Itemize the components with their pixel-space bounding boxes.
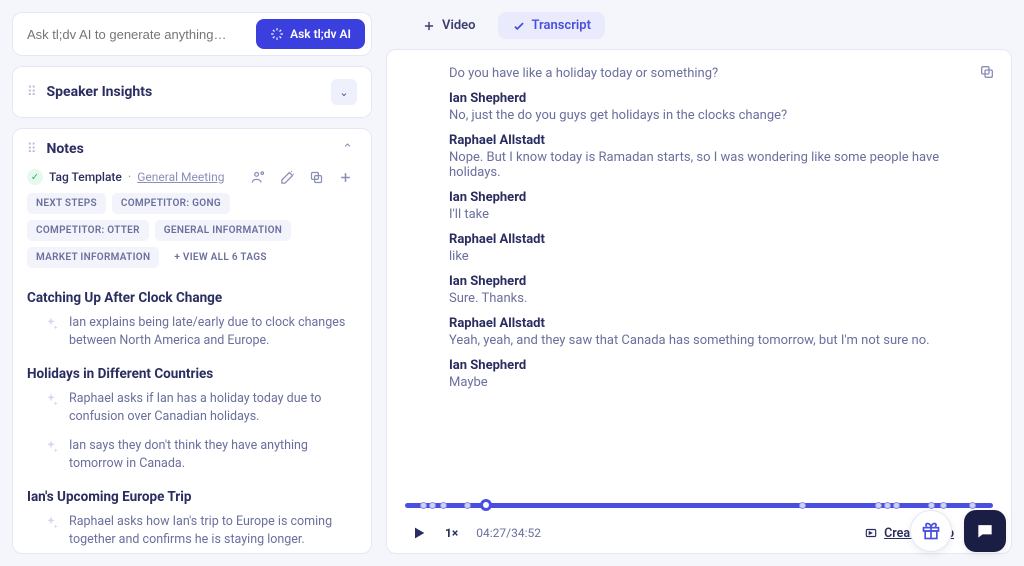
note-item-text: Ian explains being late/early due to clo… bbox=[69, 314, 357, 350]
tag-chip[interactable]: MARKET INFORMATION bbox=[27, 247, 159, 268]
tag-template-label: Tag Template bbox=[49, 170, 122, 184]
speaker-insights-title: Speaker Insights bbox=[47, 84, 321, 100]
copy-transcript-button[interactable] bbox=[979, 64, 995, 80]
playback-time: 04:27/34:52 bbox=[476, 526, 541, 540]
timeline-marker[interactable] bbox=[799, 502, 806, 509]
copy-icon[interactable] bbox=[305, 170, 328, 185]
playback-timeline[interactable] bbox=[405, 499, 993, 511]
timeline-marker[interactable] bbox=[940, 502, 947, 509]
add-icon[interactable] bbox=[334, 170, 357, 185]
chat-support-button[interactable] bbox=[964, 510, 1006, 552]
note-item-text: Raphael asks if Ian has a holiday today … bbox=[69, 390, 357, 426]
clip-icon bbox=[864, 526, 878, 540]
speaker-name: Raphael Allstadt bbox=[449, 232, 963, 247]
utterance-text: Nope. But I know today is Ramadan starts… bbox=[449, 150, 963, 180]
timeline-track bbox=[405, 503, 993, 508]
transcript-line[interactable]: Ian Shepherd Sure. Thanks. bbox=[449, 274, 963, 306]
notes-body: Catching Up After Clock Change Ian expla… bbox=[13, 278, 371, 553]
plus-icon bbox=[422, 19, 436, 33]
collapse-notes-button[interactable]: ⌃ bbox=[338, 142, 357, 157]
note-item[interactable]: Raphael asks how Ian's trip to Europe is… bbox=[27, 511, 357, 553]
sparkle-icon bbox=[43, 392, 59, 408]
speaker-name: Ian Shepherd bbox=[449, 190, 963, 205]
general-meeting-link[interactable]: General Meeting bbox=[137, 170, 224, 184]
timeline-marker[interactable] bbox=[420, 502, 427, 509]
transcript-panel: Do you have like a holiday today or some… bbox=[386, 49, 1012, 554]
timeline-marker[interactable] bbox=[440, 502, 447, 509]
timeline-marker[interactable] bbox=[464, 502, 471, 509]
gift-button[interactable] bbox=[910, 510, 952, 552]
timeline-thumb[interactable] bbox=[480, 499, 492, 511]
utterance-text: Yeah, yeah, and they saw that Canada has… bbox=[449, 333, 963, 348]
note-item[interactable]: Ian says they don't think they have anyt… bbox=[27, 435, 357, 481]
sparkle-icon bbox=[43, 439, 59, 455]
tab-transcript-label: Transcript bbox=[532, 18, 591, 33]
copy-icon bbox=[979, 64, 995, 80]
ai-search-bar[interactable]: Ask tl;dv AI bbox=[12, 12, 372, 56]
utterance-text: like bbox=[449, 249, 963, 264]
transcript-line[interactable]: Raphael Allstadt Nope. But I know today … bbox=[449, 133, 963, 180]
note-item[interactable]: Ian explains being late/early due to clo… bbox=[27, 312, 357, 358]
expand-speaker-insights-button[interactable]: ⌄ bbox=[331, 79, 357, 105]
speaker-name: Ian Shepherd bbox=[449, 91, 963, 106]
speaker-name: Ian Shepherd bbox=[449, 274, 963, 289]
timeline-marker[interactable] bbox=[928, 502, 935, 509]
note-item-text: Ian says they don't think they have anyt… bbox=[69, 437, 357, 473]
transcript-line[interactable]: Raphael Allstadt like bbox=[449, 232, 963, 264]
gift-icon bbox=[921, 521, 941, 541]
utterance-text: I'll take bbox=[449, 207, 963, 222]
timeline-marker[interactable] bbox=[884, 502, 891, 509]
timeline-marker[interactable] bbox=[893, 502, 900, 509]
sparkle-icon bbox=[43, 316, 59, 332]
share-icon[interactable] bbox=[247, 170, 270, 185]
transcript-line[interactable]: Ian Shepherd No, just the do you guys ge… bbox=[449, 91, 963, 123]
tag-chip[interactable]: NEXT STEPS bbox=[27, 193, 106, 214]
ask-ai-button[interactable]: Ask tl;dv AI bbox=[256, 19, 365, 49]
utterance-text: Maybe bbox=[449, 375, 963, 390]
transcript-line[interactable]: Do you have like a holiday today or some… bbox=[449, 66, 963, 81]
tag-chip[interactable]: COMPETITOR: GONG bbox=[112, 193, 230, 214]
speaker-name: Raphael Allstadt bbox=[449, 133, 963, 148]
drag-handle-icon[interactable]: ⠿ bbox=[27, 142, 37, 157]
chat-icon bbox=[975, 521, 995, 541]
player-controls: 1× 04:27/34:52 Create a clip bbox=[405, 511, 993, 541]
transcript-line[interactable]: Ian Shepherd I'll take bbox=[449, 190, 963, 222]
speaker-name: Ian Shepherd bbox=[449, 358, 963, 373]
utterance-text: No, just the do you guys get holidays in… bbox=[449, 108, 963, 123]
transcript-line[interactable]: Raphael Allstadt Yeah, yeah, and they sa… bbox=[449, 316, 963, 348]
speaker-name: Raphael Allstadt bbox=[449, 316, 963, 331]
timeline-marker[interactable] bbox=[875, 502, 882, 509]
note-section-title: Catching Up After Clock Change bbox=[27, 290, 357, 306]
check-circle-icon: ✓ bbox=[27, 169, 43, 185]
drag-handle-icon[interactable]: ⠿ bbox=[27, 85, 37, 100]
utterance-text: Sure. Thanks. bbox=[449, 291, 963, 306]
sparkle-icon bbox=[270, 27, 284, 41]
notes-title: Notes bbox=[47, 141, 329, 157]
tag-chip[interactable]: GENERAL INFORMATION bbox=[155, 220, 291, 241]
tab-transcript[interactable]: Transcript bbox=[498, 12, 605, 39]
magic-wand-icon[interactable] bbox=[276, 170, 299, 185]
play-button[interactable] bbox=[411, 525, 427, 541]
speaker-insights-panel: ⠿ Speaker Insights ⌄ bbox=[12, 66, 372, 118]
note-section-title: Ian's Upcoming Europe Trip bbox=[27, 489, 357, 505]
view-all-tags-button[interactable]: + VIEW ALL 6 TAGS bbox=[165, 247, 275, 268]
note-item[interactable]: Raphael asks if Ian has a holiday today … bbox=[27, 388, 357, 434]
transcript-line[interactable]: Ian Shepherd Maybe bbox=[449, 358, 963, 390]
notes-panel: ⠿ Notes ⌃ ✓ Tag Template · General Meeti… bbox=[12, 128, 372, 554]
sparkle-icon bbox=[43, 515, 59, 531]
chevron-up-icon: ⌃ bbox=[342, 142, 353, 157]
tag-chip[interactable]: COMPETITOR: OTTER bbox=[27, 220, 149, 241]
play-icon bbox=[411, 525, 427, 541]
transcript-body: Do you have like a holiday today or some… bbox=[405, 66, 993, 487]
ask-ai-button-label: Ask tl;dv AI bbox=[290, 27, 351, 41]
check-icon bbox=[512, 19, 526, 33]
playback-speed-button[interactable]: 1× bbox=[445, 526, 458, 540]
chevron-down-icon: ⌄ bbox=[339, 86, 348, 99]
tab-video[interactable]: Video bbox=[408, 12, 490, 39]
ai-search-input[interactable] bbox=[27, 27, 248, 42]
note-section-title: Holidays in Different Countries bbox=[27, 366, 357, 382]
timeline-marker[interactable] bbox=[429, 502, 436, 509]
tab-video-label: Video bbox=[442, 18, 476, 33]
note-item-text: Raphael asks how Ian's trip to Europe is… bbox=[69, 513, 357, 549]
